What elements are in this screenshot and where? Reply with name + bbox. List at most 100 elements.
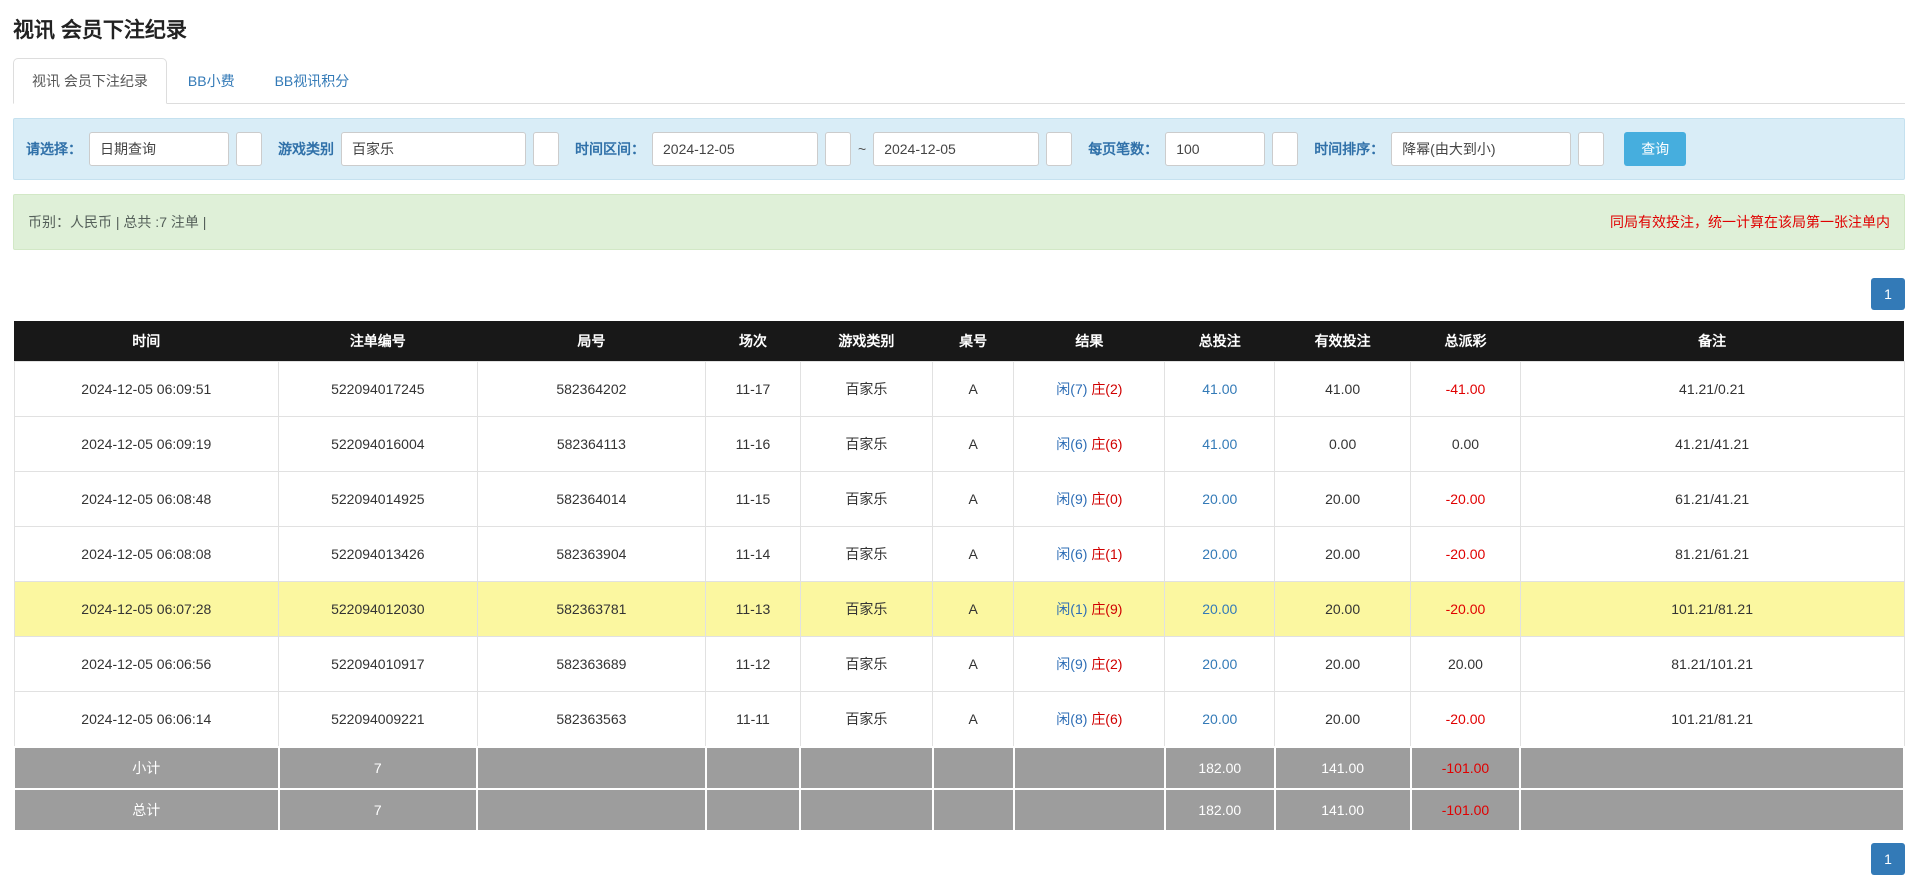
summary-cell: 182.00: [1165, 747, 1275, 789]
page-size-input[interactable]: [1165, 132, 1265, 166]
search-button[interactable]: 查询: [1624, 132, 1686, 166]
game-type-input[interactable]: [341, 132, 526, 166]
table-row: 2024-12-05 06:06:14522094009221582363563…: [14, 692, 1904, 748]
summary-cell: [800, 789, 932, 831]
cell-game-type: 百家乐: [800, 637, 932, 692]
sort-input[interactable]: [1391, 132, 1571, 166]
summary-cell: [800, 747, 932, 789]
cell-session: 11-12: [706, 637, 801, 692]
column-header: 场次: [706, 321, 801, 362]
cell-round-id: 582363904: [477, 527, 706, 582]
tab-bb-tips[interactable]: BB小费: [169, 58, 254, 104]
cell-order-id: 522094017245: [279, 362, 477, 417]
summary-label: 总计: [14, 789, 279, 831]
summary-cell: [933, 747, 1014, 789]
summary-cell: [1520, 789, 1904, 831]
page-button-1-bottom[interactable]: 1: [1871, 843, 1905, 875]
query-type-dropdown[interactable]: [236, 132, 262, 166]
cell-session: 11-14: [706, 527, 801, 582]
sort-dropdown[interactable]: [1578, 132, 1604, 166]
cell-game-type: 百家乐: [800, 527, 932, 582]
result-player: 闲(9): [1056, 491, 1087, 507]
cell-round-id: 582363563: [477, 692, 706, 748]
result-banker: 庄(9): [1091, 601, 1122, 617]
cell-session: 11-17: [706, 362, 801, 417]
cell-total-bet[interactable]: 20.00: [1165, 692, 1275, 748]
cell-total-bet[interactable]: 20.00: [1165, 582, 1275, 637]
game-type-group: 游戏类别: [278, 132, 559, 166]
table-header-row: 时间注单编号局号场次游戏类别桌号结果总投注有效投注总派彩备注: [14, 321, 1904, 362]
cell-payout: -41.00: [1411, 362, 1521, 417]
column-header: 局号: [477, 321, 706, 362]
query-type-input[interactable]: [89, 132, 229, 166]
cell-payout: -20.00: [1411, 472, 1521, 527]
cell-payout: -20.00: [1411, 692, 1521, 748]
summary-cell: [477, 789, 706, 831]
cell-total-bet[interactable]: 20.00: [1165, 527, 1275, 582]
cell-time: 2024-12-05 06:08:08: [14, 527, 279, 582]
result-player: 闲(8): [1056, 711, 1087, 727]
cell-time: 2024-12-05 06:07:28: [14, 582, 279, 637]
result-player: 闲(6): [1056, 546, 1087, 562]
summary-cell: 141.00: [1275, 747, 1411, 789]
page-button-1[interactable]: 1: [1871, 278, 1905, 310]
sort-group: 时间排序：: [1314, 132, 1604, 166]
date-range-group: 时间区间： ~: [575, 132, 1072, 166]
table-body: 2024-12-05 06:09:51522094017245582364202…: [14, 362, 1904, 748]
cell-note: 41.21/41.21: [1520, 417, 1904, 472]
summary-cell: 141.00: [1275, 789, 1411, 831]
result-banker: 庄(0): [1091, 491, 1122, 507]
cell-note: 81.21/101.21: [1520, 637, 1904, 692]
cell-payout: 0.00: [1411, 417, 1521, 472]
cell-session: 11-16: [706, 417, 801, 472]
column-header: 总投注: [1165, 321, 1275, 362]
cell-total-bet[interactable]: 41.00: [1165, 362, 1275, 417]
summary-bar: 币别：人民币 | 总共 :7 注单 | 同局有效投注，统一计算在该局第一张注单内: [13, 194, 1905, 250]
date-range-label: 时间区间：: [575, 139, 645, 159]
cell-total-bet[interactable]: 20.00: [1165, 637, 1275, 692]
cell-result: 闲(8) 庄(6): [1014, 692, 1165, 748]
column-header: 有效投注: [1275, 321, 1411, 362]
tab-bb-video-points[interactable]: BB视讯积分: [256, 58, 369, 104]
table-row: 2024-12-05 06:08:48522094014925582364014…: [14, 472, 1904, 527]
table-row: 2024-12-05 06:06:56522094010917582363689…: [14, 637, 1904, 692]
summary-cell: [477, 747, 706, 789]
table-row: 2024-12-05 06:09:51522094017245582364202…: [14, 362, 1904, 417]
result-player: 闲(6): [1056, 436, 1087, 452]
page-size-group: 每页笔数：: [1088, 132, 1298, 166]
cell-valid-bet: 20.00: [1275, 472, 1411, 527]
game-type-label: 游戏类别: [278, 139, 334, 159]
summary-row: 小计7182.00141.00-101.00: [14, 747, 1904, 789]
date-to-dropdown[interactable]: [1046, 132, 1072, 166]
cell-session: 11-15: [706, 472, 801, 527]
column-header: 时间: [14, 321, 279, 362]
cell-game-type: 百家乐: [800, 582, 932, 637]
summary-cell: 182.00: [1165, 789, 1275, 831]
cell-order-id: 522094009221: [279, 692, 477, 748]
cell-payout: 20.00: [1411, 637, 1521, 692]
date-from-input[interactable]: [652, 132, 818, 166]
cell-table-no: A: [933, 692, 1014, 748]
sort-label: 时间排序：: [1314, 139, 1384, 159]
cell-note: 41.21/0.21: [1520, 362, 1904, 417]
cell-table-no: A: [933, 637, 1014, 692]
page-size-dropdown[interactable]: [1272, 132, 1298, 166]
date-to-input[interactable]: [873, 132, 1039, 166]
cell-table-no: A: [933, 527, 1014, 582]
tab-betting-records[interactable]: 视讯 会员下注纪录: [13, 58, 167, 104]
pagination-bottom: 1: [13, 843, 1905, 875]
game-type-dropdown[interactable]: [533, 132, 559, 166]
date-from-dropdown[interactable]: [825, 132, 851, 166]
cell-note: 101.21/81.21: [1520, 692, 1904, 748]
cell-total-bet[interactable]: 41.00: [1165, 417, 1275, 472]
cell-result: 闲(9) 庄(2): [1014, 637, 1165, 692]
cell-valid-bet: 41.00: [1275, 362, 1411, 417]
result-banker: 庄(6): [1091, 711, 1122, 727]
cell-total-bet[interactable]: 20.00: [1165, 472, 1275, 527]
cell-result: 闲(6) 庄(6): [1014, 417, 1165, 472]
summary-label: 小计: [14, 747, 279, 789]
summary-row: 总计7182.00141.00-101.00: [14, 789, 1904, 831]
cell-table-no: A: [933, 362, 1014, 417]
pagination-top: 1: [13, 278, 1905, 310]
cell-game-type: 百家乐: [800, 692, 932, 748]
